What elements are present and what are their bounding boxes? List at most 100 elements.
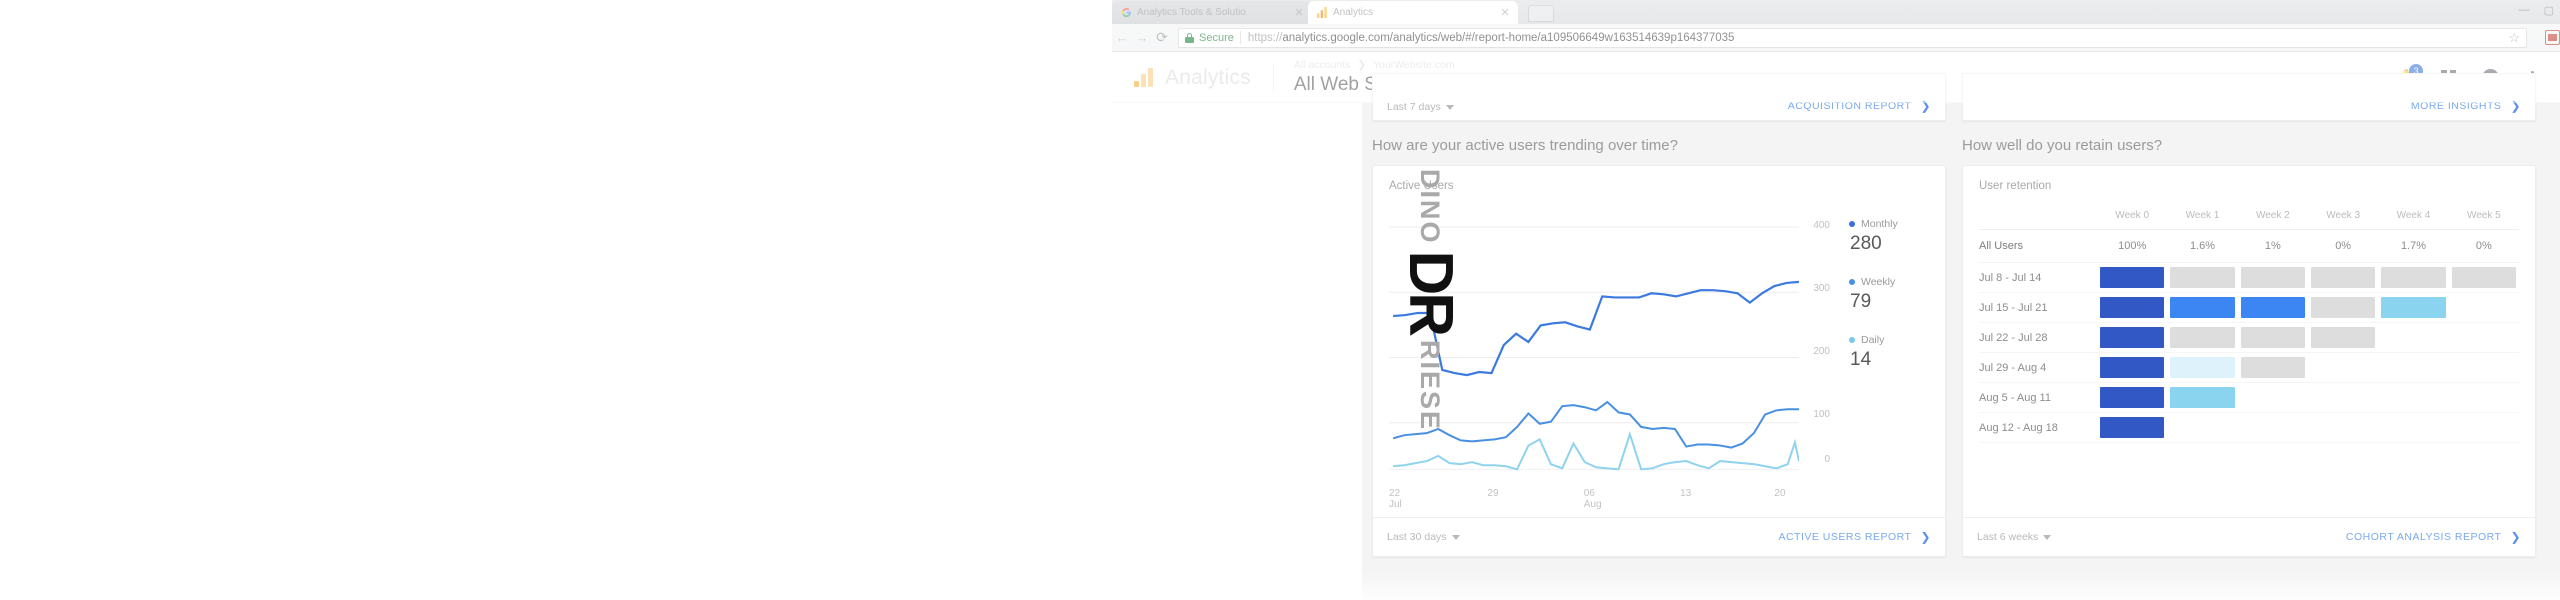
x-tick-4: 20 [1774,488,1785,499]
legend-item-daily: Daily 14 [1849,334,1929,371]
new-tab-button[interactable] [1528,5,1554,22]
chevron-down-icon [1446,105,1454,110]
browser-tab-label: Analytics Tools & Solutio [1137,7,1292,18]
extension-icon[interactable] [2545,30,2560,45]
cohort-cell [2308,263,2378,293]
date-range-label: Last 7 days [1387,101,1441,113]
lock-icon [1185,33,1194,43]
cohort-cell [2097,263,2167,293]
address-bar[interactable]: Secure https://analytics.google.com/anal… [1178,28,2527,48]
column-header-blank [1979,200,2097,230]
retention-card: User retention Week 0 Week 1 Week 2 [1962,165,2536,557]
link-label: ACQUISITION REPORT [1788,100,1912,112]
cohort-cell [2449,413,2519,443]
cohort-cell [2238,293,2308,323]
cohort-cell [2378,293,2448,323]
x-tick-2: 06Aug [1584,488,1602,510]
legend-dot-icon [1849,221,1855,227]
analytics-logo-icon [1134,68,1153,87]
cohort-cell [2308,413,2378,443]
active-users-report-link[interactable]: ACTIVE USERS REPORT ❯ [1778,530,1931,544]
cohort-cell [2378,323,2448,353]
date-range-label: Last 6 weeks [1977,531,2038,543]
cohort-cell [2449,383,2519,413]
cohort-cell [2097,293,2167,323]
row-label: Jul 8 - Jul 14 [1979,263,2097,293]
cohort-cell [2167,293,2237,323]
link-label: ACTIVE USERS REPORT [1778,531,1911,543]
close-icon[interactable]: ✕ [1292,6,1306,19]
retention-question: How well do you retain users? [1962,137,2536,154]
retention-card-footer: Last 6 weeks COHORT ANALYSIS REPORT ❯ [1963,517,2535,556]
date-range-selector[interactable]: Last 6 weeks [1977,531,2051,543]
cohort-cell [2167,413,2237,443]
forward-icon[interactable]: → [1132,30,1152,45]
date-range-selector[interactable]: Last 7 days [1387,101,1454,113]
row-label: All Users [1979,230,2097,263]
back-icon[interactable]: ← [1112,30,1132,45]
analytics-wordmark: Analytics [1165,66,1251,90]
retention-card-wrapper: How well do you retain users? User reten… [1962,137,2536,557]
retention-value: 0% [2308,230,2378,263]
x-tick-1: 29 [1487,488,1498,499]
cohort-cell [2238,383,2308,413]
table-header-row: Week 0 Week 1 Week 2 Week 3 Week 4 Week … [1979,200,2519,230]
cohort-cell [2449,263,2519,293]
cohort-cell [2378,383,2448,413]
legend-value: 79 [1850,291,1929,313]
cohort-cell [2378,413,2448,443]
column-header-week1: Week 1 [2167,200,2237,230]
retention-card-body: User retention Week 0 Week 1 Week 2 [1963,166,2535,517]
retention-value: 1% [2238,230,2308,263]
bookmark-star-icon[interactable]: ☆ [2508,30,2520,46]
browser-tab-active[interactable]: Analytics ✕ [1308,1,1518,24]
series-monthly [1393,282,1799,375]
chevron-right-icon: ❯ [2510,530,2521,544]
cohort-analysis-report-link[interactable]: COHORT ANALYSIS REPORT ❯ [2346,530,2521,544]
retention-value: 1.6% [2167,230,2237,263]
more-insights-link[interactable]: MORE INSIGHTS ❯ [2411,99,2521,113]
top-cards-strip: Last 7 days ACQUISITION REPORT ❯ MORE IN… [1360,103,2560,137]
active-users-chart: 22Jul 29 06Aug 13 20 400 [1389,198,1929,488]
table-row: Jul 29 - Aug 4 [1979,353,2519,383]
minimize-icon[interactable]: — [2519,4,2530,17]
cohort-cell [2308,293,2378,323]
header-divider [1273,64,1274,92]
cohort-cell [2308,353,2378,383]
breadcrumb: All accounts ❯ YourWebsite.com [1294,59,1458,71]
cohort-cell [2167,263,2237,293]
breadcrumb-property[interactable]: YourWebsite.com [1373,59,1455,71]
retention-value: 1.7% [2378,230,2448,263]
maximize-icon[interactable]: ▢ [2544,4,2554,17]
chart-y-axis: 400 300 200 100 0 [1799,198,1833,488]
google-analytics-icon [1317,7,1328,18]
breadcrumb-account[interactable]: All accounts [1294,59,1351,71]
chart-x-axis: 22Jul 29 06Aug 13 20 [1389,488,1799,510]
url-rest: analytics.google.com/analytics/web/#/rep… [1282,32,1734,44]
acquisition-report-link[interactable]: ACQUISITION REPORT ❯ [1788,99,1931,113]
close-icon[interactable]: ✕ [1498,6,1512,19]
reload-icon[interactable]: ⟳ [1152,29,1172,46]
cohort-cell [2097,353,2167,383]
active-users-card-footer: Last 30 days ACTIVE USERS REPORT ❯ [1373,517,1945,556]
retention-value: 100% [2097,230,2167,263]
column-header-week5: Week 5 [2449,200,2519,230]
date-range-selector[interactable]: Last 30 days [1387,531,1460,543]
legend-item-weekly: Weekly 79 [1849,276,1929,313]
cohort-cell [2167,353,2237,383]
retention-value: 0% [2449,230,2519,263]
link-label: COHORT ANALYSIS REPORT [2346,531,2502,543]
column-header-week4: Week 4 [2378,200,2448,230]
y-tick-300: 300 [1813,283,1830,294]
series-weekly [1393,402,1799,448]
retention-table-body: All Users 100% 1.6% 1% 0% 1.7% 0% [1979,230,2519,443]
link-label: MORE INSIGHTS [2411,100,2502,112]
legend-item-monthly: Monthly 280 [1849,218,1929,255]
column-header-week3: Week 3 [2308,200,2378,230]
page-left-gutter [1112,103,1362,600]
retention-title: User retention [1979,180,2519,192]
legend-dot-icon [1849,279,1855,285]
table-row: Jul 8 - Jul 14 [1979,263,2519,293]
legend-label: Monthly [1849,218,1929,230]
browser-tab-inactive[interactable]: Analytics Tools & Solutio ✕ [1112,1,1312,24]
